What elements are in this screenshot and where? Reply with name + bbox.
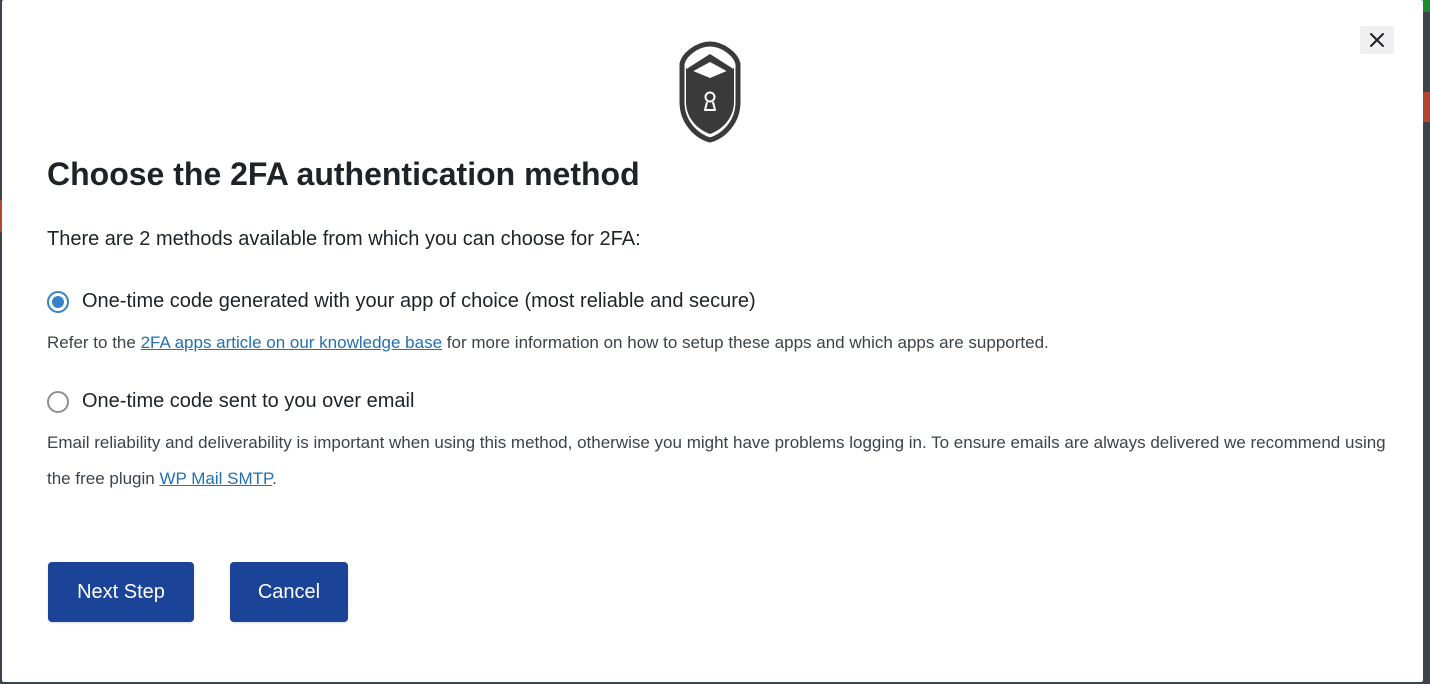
2fa-method-dialog: Choose the 2FA authentication method The… bbox=[2, 0, 1423, 682]
option-app-code-description: Refer to the 2FA apps article on our kno… bbox=[47, 325, 1049, 361]
radio-dot bbox=[52, 295, 64, 308]
close-button[interactable] bbox=[1360, 26, 1394, 54]
backdrop-strip bbox=[1422, 92, 1430, 122]
desc-text: . bbox=[272, 469, 277, 488]
option-label: One-time code generated with your app of… bbox=[82, 290, 756, 312]
desc-text: Refer to the bbox=[47, 333, 141, 352]
next-step-button[interactable]: Next Step bbox=[48, 562, 194, 622]
radio-app-code[interactable] bbox=[47, 290, 69, 313]
option-app-code[interactable]: One-time code generated with your app of… bbox=[47, 290, 756, 313]
radio-email-code[interactable] bbox=[47, 390, 69, 413]
backdrop-strip bbox=[1422, 0, 1430, 12]
cancel-button[interactable]: Cancel bbox=[230, 562, 348, 622]
knowledge-base-link[interactable]: 2FA apps article on our knowledge base bbox=[141, 333, 442, 352]
dialog-intro: There are 2 methods available from which… bbox=[47, 228, 641, 250]
option-email-code[interactable]: One-time code sent to you over email bbox=[47, 390, 414, 413]
wp-mail-smtp-link[interactable]: WP Mail SMTP bbox=[159, 469, 272, 488]
desc-text: for more information on how to setup the… bbox=[442, 333, 1049, 352]
option-email-code-description: Email reliability and deliverability is … bbox=[47, 425, 1387, 497]
shield-lock-icon bbox=[679, 41, 741, 143]
close-icon bbox=[1370, 33, 1384, 47]
option-label: One-time code sent to you over email bbox=[82, 390, 415, 412]
dialog-title: Choose the 2FA authentication method bbox=[47, 156, 640, 192]
